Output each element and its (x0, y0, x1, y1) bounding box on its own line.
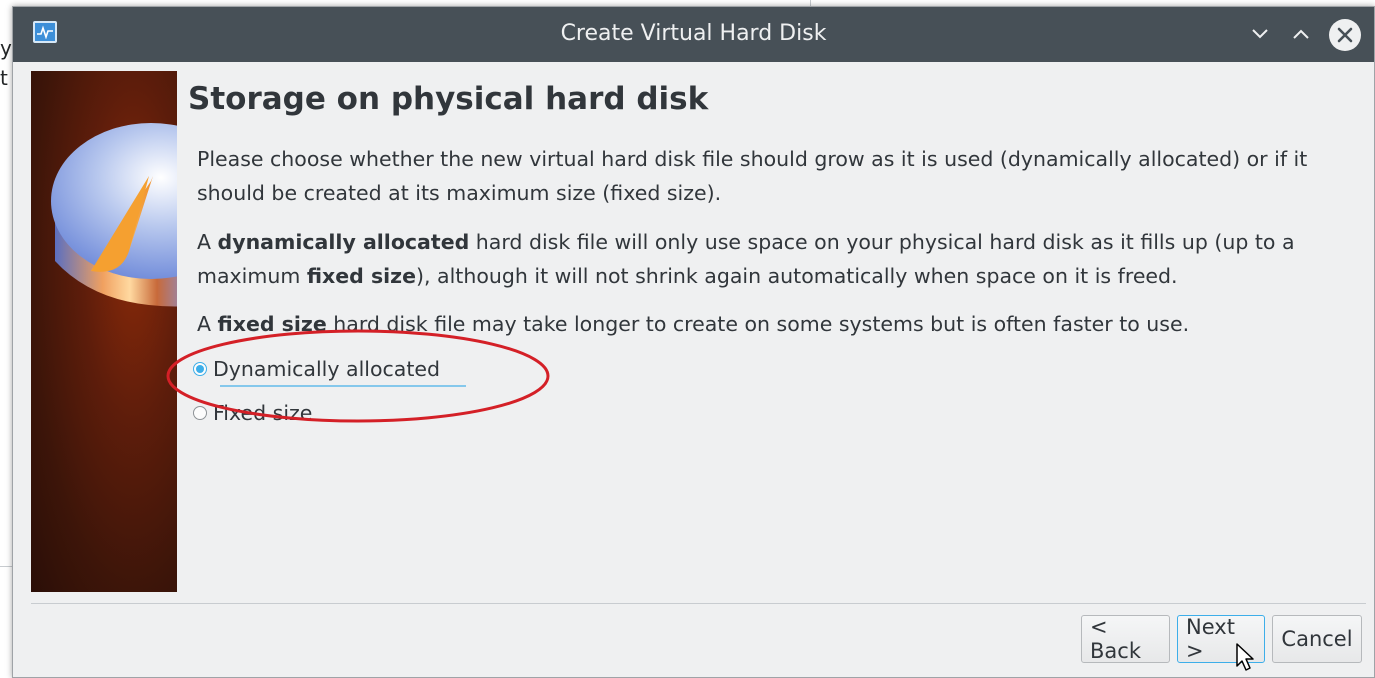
radio-button-unchecked[interactable] (193, 406, 207, 420)
radio-label[interactable]: Fixed size (213, 401, 312, 425)
button-separator (31, 603, 1366, 604)
minimize-icon[interactable] (1245, 19, 1275, 49)
focus-indicator (220, 385, 466, 387)
back-button[interactable]: < Back (1081, 615, 1170, 663)
page-title: Storage on physical hard disk (188, 81, 709, 117)
maximize-icon[interactable] (1286, 19, 1316, 49)
create-virtual-hard-disk-dialog: Create Virtual Hard Disk Storage on phys… (12, 6, 1375, 678)
title-bar[interactable]: Create Virtual Hard Disk (13, 7, 1374, 62)
radio-label[interactable]: Dynamically allocated (213, 357, 440, 381)
background-text-fragment: y (0, 36, 12, 60)
radio-dynamically-allocated[interactable]: Dynamically allocated (193, 354, 466, 387)
close-icon[interactable] (1329, 19, 1361, 51)
wizard-banner-image (31, 71, 177, 592)
radio-button-checked[interactable] (193, 362, 207, 376)
description-paragraph: A fixed size hard disk file may take lon… (197, 312, 1190, 336)
window-title: Create Virtual Hard Disk (560, 21, 827, 46)
background-divider (0, 566, 12, 567)
description-paragraph: Please choose whether the new virtual ha… (197, 147, 1308, 205)
mouse-cursor-icon (1236, 643, 1254, 671)
background-text-fragment: t (0, 66, 8, 90)
cancel-button[interactable]: Cancel (1272, 615, 1362, 663)
description-paragraph: A dynamically allocated hard disk file w… (197, 230, 1295, 288)
radio-fixed-size[interactable]: Fixed size (193, 398, 312, 428)
